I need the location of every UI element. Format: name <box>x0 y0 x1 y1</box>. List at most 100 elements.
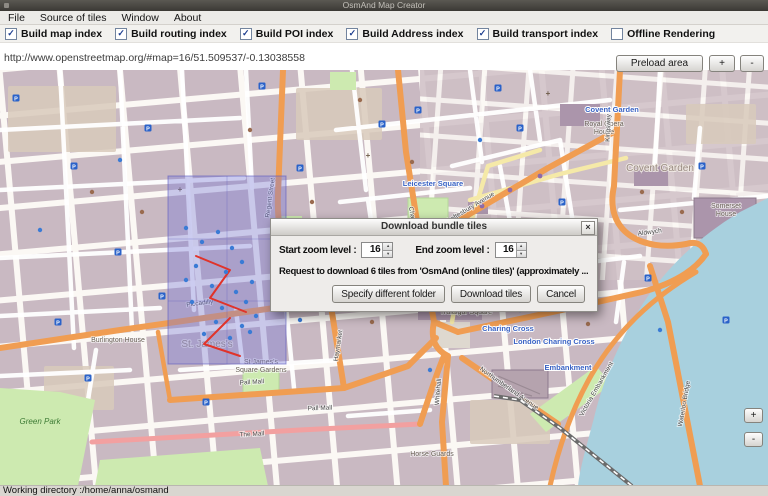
poi-dot-icon <box>250 280 254 284</box>
checkbox-build-map-index[interactable]: ✓ Build map index <box>5 28 102 40</box>
checkbox-build-address-index[interactable]: ✓ Build Address index <box>346 28 463 40</box>
checkbox-box: ✓ <box>5 28 17 40</box>
dialog-close-icon[interactable]: × <box>581 221 595 235</box>
svg-text:P: P <box>646 276 650 282</box>
map-label: The Mall <box>239 430 265 438</box>
poi-dot-icon <box>200 240 204 244</box>
poi-dot-icon <box>214 320 218 324</box>
menu-about[interactable]: About <box>174 12 201 24</box>
map-label: Charing Cross <box>482 324 534 333</box>
pub-dot-icon <box>140 210 144 214</box>
map-label: Covent Garden <box>585 105 639 114</box>
window-title: OsmAnd Map Creator <box>343 0 426 10</box>
checkbox-box: ✓ <box>346 28 358 40</box>
theatre-dot-icon <box>538 174 543 179</box>
poi-dot-icon <box>230 246 234 250</box>
church-cross-icon: + <box>366 151 371 160</box>
parking-icon: P <box>495 85 502 93</box>
pub-dot-icon <box>370 320 374 324</box>
parking-icon: P <box>85 375 92 383</box>
poi-dot-icon <box>240 260 244 264</box>
checkbox-build-routing-index[interactable]: ✓ Build routing index <box>115 28 227 40</box>
poi-dot-icon <box>428 368 432 372</box>
poi-dot-icon <box>244 300 248 304</box>
pub-dot-icon <box>248 128 252 132</box>
download-tiles-button[interactable]: Download tiles <box>451 285 531 303</box>
poi-dot-icon <box>220 306 224 310</box>
checkbox-label: Build transport index <box>493 28 599 40</box>
check-icon: ✓ <box>479 29 487 38</box>
parking-icon: P <box>723 317 730 325</box>
parking-icon: P <box>259 83 266 91</box>
preload-area-button[interactable]: Preload area <box>616 55 703 72</box>
checkbox-box: ✓ <box>611 28 623 40</box>
poi-dot-icon <box>194 264 198 268</box>
start-zoom-label: Start zoom level : <box>279 245 356 256</box>
specify-different-folder-button[interactable]: Specify different folder <box>332 285 445 303</box>
poi-dot-icon <box>202 332 206 336</box>
map-side-zoom-out-button[interactable]: - <box>744 432 763 447</box>
end-zoom-value[interactable]: 16 <box>496 243 516 257</box>
check-icon: ✓ <box>242 29 250 38</box>
tile-selection-overlay[interactable] <box>168 176 286 364</box>
map-side-zoom-in-button[interactable]: + <box>744 408 763 423</box>
pub-dot-icon <box>586 322 590 326</box>
menu-window[interactable]: Window <box>121 12 158 24</box>
checkbox-label: Build Address index <box>362 28 463 40</box>
cancel-button[interactable]: Cancel <box>537 285 585 303</box>
church-cross-icon: + <box>546 89 551 98</box>
poi-dot-icon <box>184 278 188 282</box>
map-label: Leicester Square <box>403 179 463 188</box>
svg-text:P: P <box>160 294 164 300</box>
zoom-out-button[interactable]: - <box>740 55 764 72</box>
svg-text:P: P <box>496 86 500 92</box>
parking-icon: P <box>145 125 152 133</box>
zoom-in-button[interactable]: + <box>709 55 735 72</box>
spinner-down-icon[interactable]: ▼ <box>517 250 526 258</box>
parking-icon: P <box>559 199 566 207</box>
svg-text:P: P <box>56 320 60 326</box>
svg-text:P: P <box>116 250 120 256</box>
map-url-text: http://www.openstreetmap.org/#map=16/51.… <box>4 52 305 64</box>
dialog-titlebar[interactable]: Download bundle tiles × <box>271 219 597 236</box>
checkbox-label: Build map index <box>21 28 102 40</box>
pub-dot-icon <box>680 210 684 214</box>
parking-icon: P <box>159 293 166 301</box>
poi-dot-icon <box>216 230 220 234</box>
parking-icon: P <box>115 249 122 257</box>
end-zoom-spinner[interactable]: 16 ▲ ▼ <box>495 242 527 258</box>
download-bundle-tiles-dialog: Download bundle tiles × Start zoom level… <box>270 218 598 312</box>
spinner-down-icon[interactable]: ▼ <box>383 250 392 258</box>
poi-dot-icon <box>298 318 302 322</box>
poi-dot-icon <box>234 290 238 294</box>
map-label: Square Gardens <box>235 367 287 374</box>
menubar: File Source of tiles Window About <box>0 11 768 25</box>
map-label: Pall Mall <box>308 405 333 413</box>
parking-icon: P <box>297 165 304 173</box>
working-directory-text: Working directory :/home/anna/osmand <box>3 485 169 496</box>
start-zoom-spinner[interactable]: 16 ▲ ▼ <box>361 242 393 258</box>
checkbox-build-poi-index[interactable]: ✓ Build POI index <box>240 28 334 40</box>
window-menu-icon[interactable] <box>4 3 9 8</box>
checkbox-build-transport-index[interactable]: ✓ Build transport index <box>477 28 599 40</box>
poi-dot-icon <box>224 270 228 274</box>
dialog-title: Download bundle tiles <box>381 221 487 232</box>
menu-file[interactable]: File <box>8 12 25 24</box>
menu-source-of-tiles[interactable]: Source of tiles <box>40 12 107 24</box>
svg-text:P: P <box>260 84 264 90</box>
poi-dot-icon <box>184 226 188 230</box>
map-label: Covent Garden <box>626 163 694 174</box>
start-zoom-value[interactable]: 16 <box>362 243 382 257</box>
checkbox-box: ✓ <box>115 28 127 40</box>
poi-dot-icon <box>228 336 232 340</box>
parking-icon: P <box>699 163 706 171</box>
dialog-body: Start zoom level : 16 ▲ ▼ End zoom level… <box>271 236 597 311</box>
checkbox-offline-rendering[interactable]: ✓ Offline Rendering <box>611 28 715 40</box>
checkbox-box: ✓ <box>240 28 252 40</box>
svg-text:P: P <box>72 164 76 170</box>
svg-text:P: P <box>298 166 302 172</box>
svg-text:P: P <box>560 200 564 206</box>
parking-icon: P <box>517 125 524 133</box>
svg-text:P: P <box>700 164 704 170</box>
parking-icon: P <box>55 319 62 327</box>
